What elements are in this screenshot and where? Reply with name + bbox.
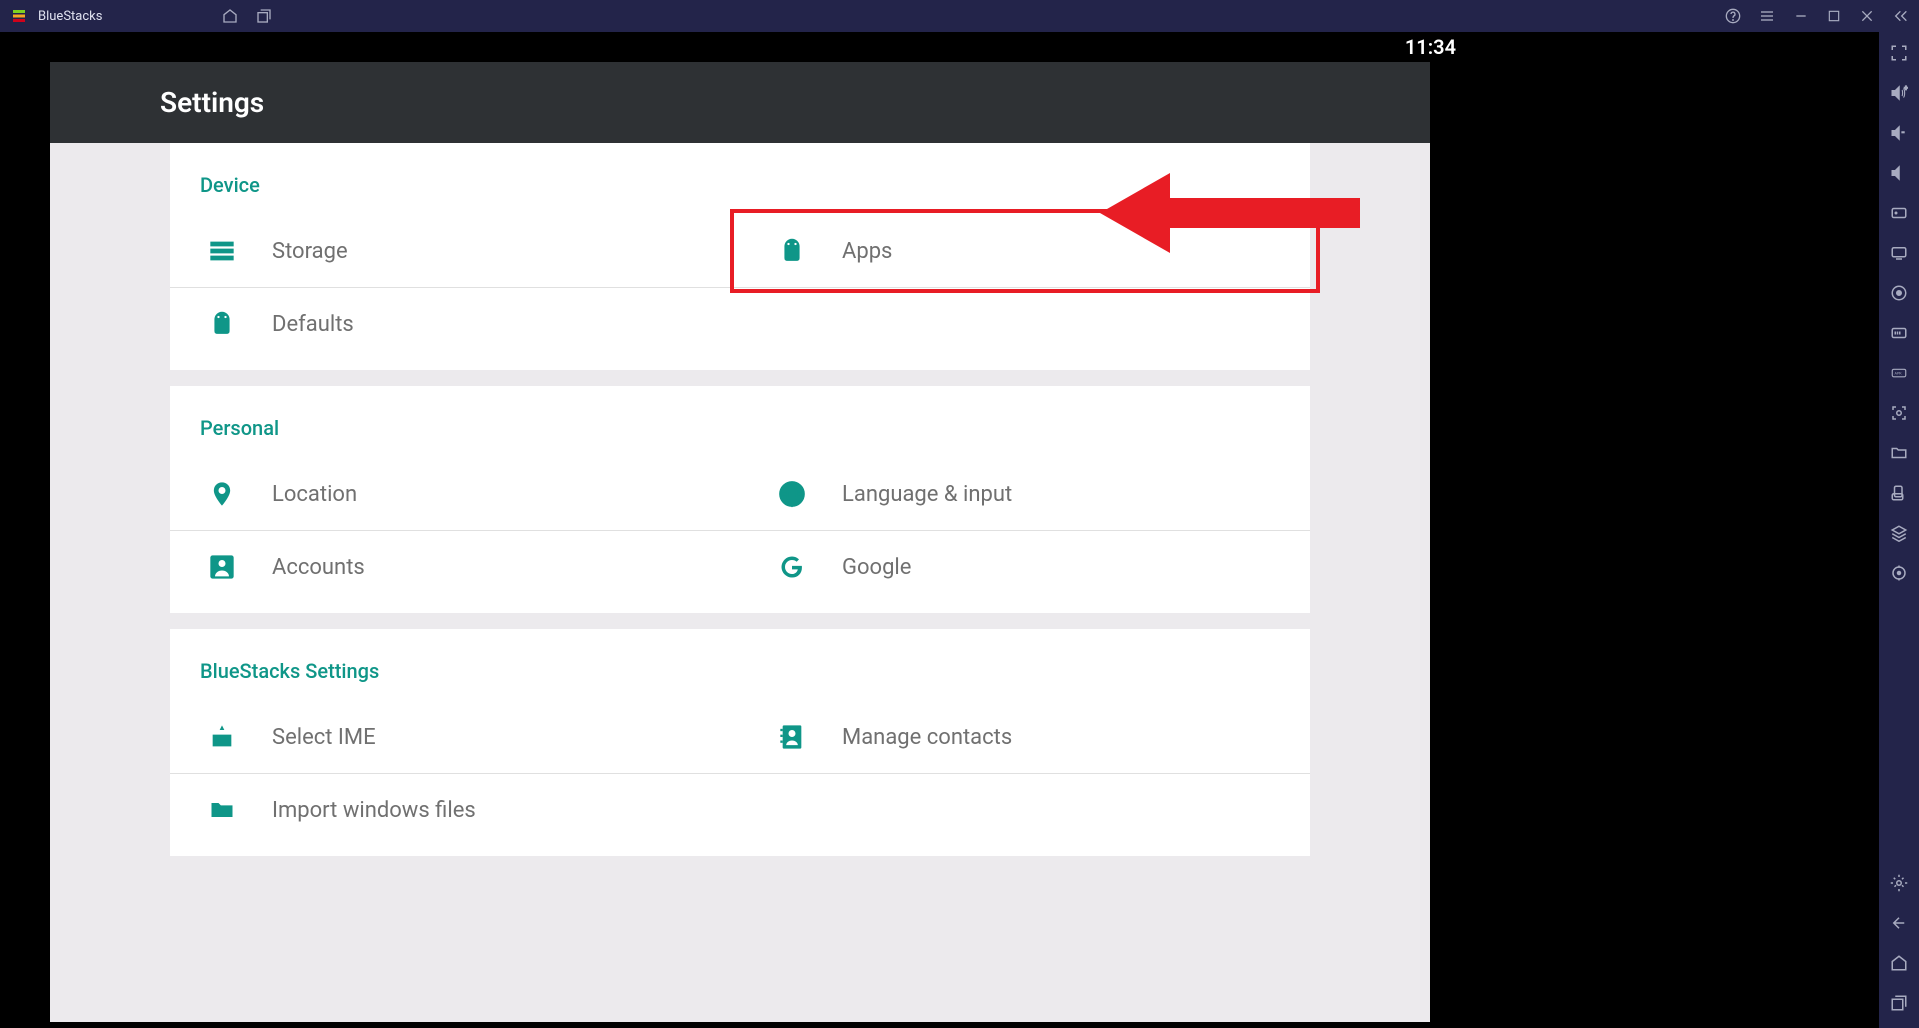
settings-item-label: Select IME <box>272 725 376 750</box>
fullscreen-icon[interactable] <box>1890 44 1908 66</box>
settings-item-accounts[interactable]: Accounts <box>170 531 740 603</box>
section-title-device: Device <box>170 163 1310 215</box>
side-toolbar: + - APK <box>1879 32 1919 1028</box>
settings-item-label: Manage contacts <box>842 725 1012 750</box>
svg-text:APK: APK <box>1895 372 1903 376</box>
settings-item-location[interactable]: Location <box>170 458 740 531</box>
macro-icon[interactable] <box>1890 324 1908 346</box>
close-icon[interactable] <box>1859 8 1875 24</box>
settings-item-apps[interactable]: Apps <box>740 215 1310 288</box>
layers-icon[interactable] <box>1890 524 1908 546</box>
back-icon[interactable] <box>1890 914 1908 936</box>
settings-item-label: Defaults <box>272 312 354 337</box>
keyboard-icon <box>208 723 236 751</box>
section-title-bluestacks: BlueStacks Settings <box>170 649 1310 701</box>
settings-item-defaults[interactable]: Defaults <box>170 288 740 360</box>
collapse-sidebar-icon[interactable] <box>1893 8 1909 24</box>
android-status-bar: 11:34 <box>0 32 1480 62</box>
app-title: BlueStacks <box>38 9 102 24</box>
settings-item-contacts[interactable]: Manage contacts <box>740 701 1310 774</box>
help-icon[interactable] <box>1725 8 1741 24</box>
mute-icon[interactable] <box>1890 164 1908 186</box>
apk-icon[interactable]: APK <box>1890 364 1908 386</box>
contacts-icon <box>778 723 806 751</box>
settings-item-language[interactable]: Language & input <box>740 458 1310 531</box>
settings-item-label: Google <box>842 555 911 580</box>
menu-icon[interactable] <box>1759 8 1775 24</box>
recents-icon[interactable] <box>1890 994 1908 1016</box>
settings-item-label: Import windows files <box>272 798 476 823</box>
google-icon <box>778 553 806 581</box>
settings-item-label: Location <box>272 482 357 507</box>
android-icon <box>208 310 236 338</box>
keymap-icon[interactable] <box>1890 204 1908 226</box>
globe-icon <box>778 480 806 508</box>
section-title-personal: Personal <box>170 406 1310 458</box>
location-icon <box>208 480 236 508</box>
settings-item-label: Apps <box>842 239 892 264</box>
settings-item-label: Accounts <box>272 555 365 580</box>
minimize-icon[interactable] <box>1793 8 1809 24</box>
folder-icon <box>208 796 236 824</box>
rotate-icon[interactable] <box>1890 484 1908 506</box>
screenshot-icon[interactable] <box>1890 404 1908 426</box>
highlight-annotation <box>730 209 1320 293</box>
record-icon[interactable] <box>1890 284 1908 306</box>
settings-item-label: Language & input <box>842 482 1012 507</box>
personal-section-card: Personal Location Language & input Accou… <box>170 386 1310 613</box>
volume-down-icon[interactable]: - <box>1890 124 1908 146</box>
bluestacks-logo-icon <box>10 7 28 25</box>
bluestacks-section-card: BlueStacks Settings Select IME Manage co… <box>170 629 1310 856</box>
android-icon <box>778 237 806 265</box>
svg-text:-: - <box>1902 128 1904 137</box>
maximize-icon[interactable] <box>1827 9 1841 23</box>
device-section-card: Device Storage Apps Defaults <box>170 143 1310 370</box>
settings-item-label: Storage <box>272 239 348 264</box>
settings-item-storage[interactable]: Storage <box>170 215 740 288</box>
account-icon <box>208 553 236 581</box>
settings-screen: Settings Device Storage Apps <box>50 62 1430 1022</box>
main-content-area: 11:34 Settings Device Storage Apps <box>0 32 1480 1028</box>
home-icon[interactable] <box>222 8 238 24</box>
folder-icon[interactable] <box>1890 444 1908 466</box>
storage-icon <box>208 237 236 265</box>
gear-icon[interactable] <box>1890 874 1908 896</box>
screen-icon[interactable] <box>1890 244 1908 266</box>
volume-up-icon[interactable]: + <box>1890 84 1908 106</box>
settings-item-import[interactable]: Import windows files <box>170 774 740 846</box>
settings-item-google[interactable]: Google <box>740 531 1310 603</box>
status-time: 11:34 <box>1405 35 1456 59</box>
settings-item-ime[interactable]: Select IME <box>170 701 740 774</box>
multi-window-icon[interactable] <box>256 8 272 24</box>
titlebar: BlueStacks <box>0 0 1919 32</box>
location-side-icon[interactable] <box>1890 564 1908 586</box>
svg-text:+: + <box>1904 85 1908 92</box>
page-title: Settings <box>50 62 1430 143</box>
home-side-icon[interactable] <box>1890 954 1908 976</box>
